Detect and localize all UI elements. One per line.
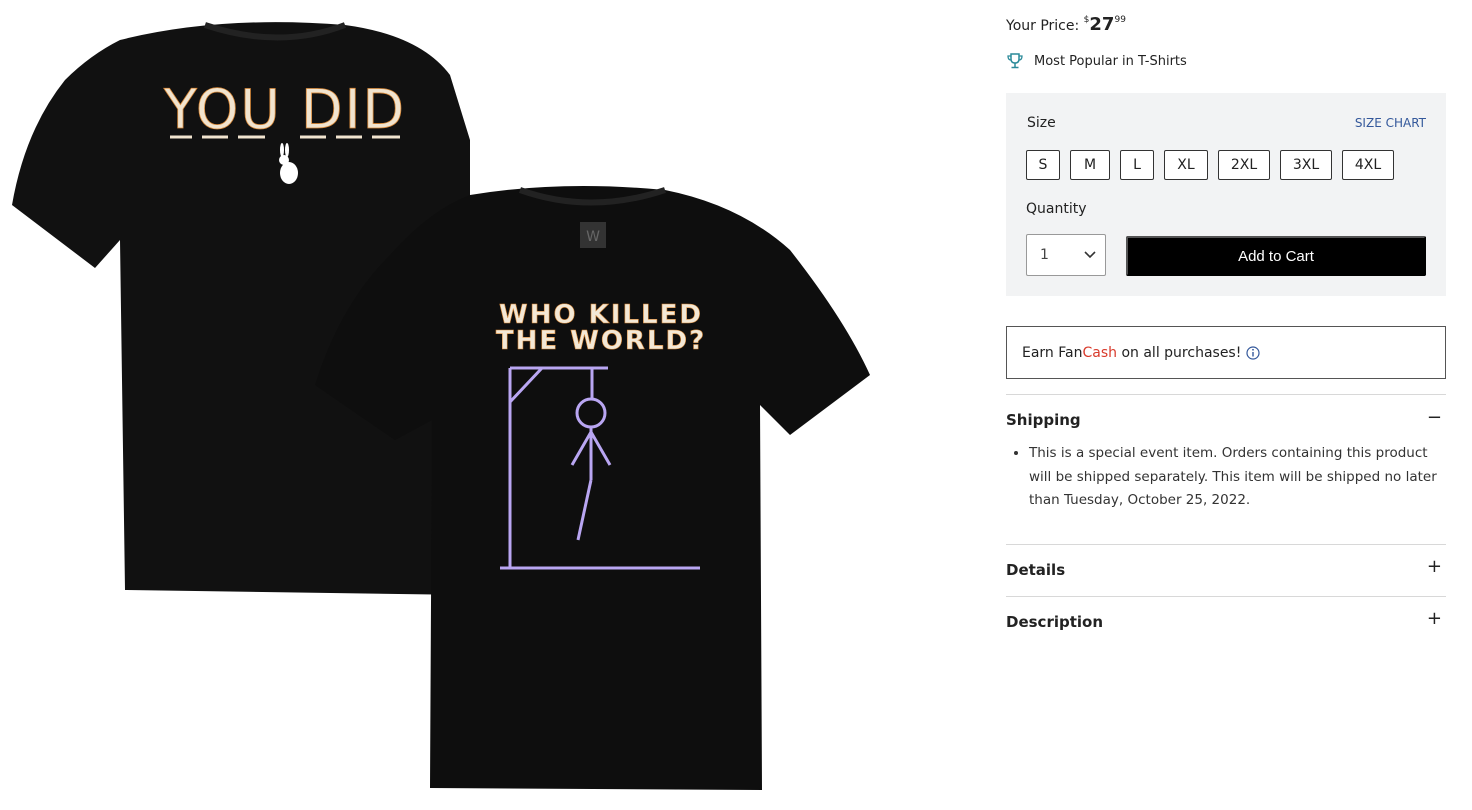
back-text: YOU DID <box>163 78 406 141</box>
size-option-m[interactable]: M <box>1070 150 1110 180</box>
expand-icon[interactable]: + <box>1427 608 1442 629</box>
price-label: Your Price: <box>1006 18 1080 34</box>
fancash-prefix: Earn Fan <box>1022 344 1083 361</box>
divider <box>1006 544 1446 545</box>
svg-text:W: W <box>586 229 600 245</box>
quantity-label: Quantity <box>1026 201 1087 217</box>
add-to-cart-button[interactable]: Add to Cart <box>1126 236 1426 276</box>
price: Your Price: $2799 <box>1006 14 1126 35</box>
size-label: Size <box>1027 115 1056 131</box>
price-cents: 99 <box>1114 15 1126 25</box>
size-option-s[interactable]: S <box>1026 150 1060 180</box>
quantity-value: 1 <box>1040 247 1049 263</box>
fancash-highlight: Cash <box>1082 344 1118 361</box>
divider <box>1006 596 1446 597</box>
shipping-note: This is a special event item. Orders con… <box>1029 442 1446 513</box>
product-image[interactable]: YOU DID W WHO KILLED THE WORLD? <box>0 0 900 810</box>
divider <box>1006 394 1446 395</box>
size-option-3xl[interactable]: 3XL <box>1280 150 1332 180</box>
expand-icon[interactable]: + <box>1427 556 1442 577</box>
popular-text: Most Popular in T-Shirts <box>1034 53 1187 69</box>
accordion-details-title[interactable]: Details <box>1006 561 1065 579</box>
fancash-banner: Earn Fan Cash on all purchases! <box>1006 326 1446 379</box>
trophy-icon <box>1007 53 1023 69</box>
price-dollars: 27 <box>1089 14 1115 35</box>
size-options: S M L XL 2XL 3XL 4XL <box>1026 150 1404 180</box>
accordion-shipping-title[interactable]: Shipping <box>1006 411 1081 429</box>
size-option-l[interactable]: L <box>1120 150 1154 180</box>
size-selector: Size SIZE CHART S M L XL 2XL 3XL 4XL Qua… <box>1006 93 1446 296</box>
front-text-line2: THE WORLD? <box>496 326 706 356</box>
shipping-content: This is a special event item. Orders con… <box>1006 442 1446 513</box>
popular-badge: Most Popular in T-Shirts <box>1006 52 1187 70</box>
fancash-suffix: on all purchases! <box>1117 344 1242 361</box>
size-option-xl[interactable]: XL <box>1164 150 1208 180</box>
quantity-select[interactable]: 1 <box>1026 234 1106 276</box>
size-chart-link[interactable]: SIZE CHART <box>1355 116 1426 130</box>
chevron-down-icon <box>1084 251 1096 259</box>
size-option-2xl[interactable]: 2XL <box>1218 150 1270 180</box>
collapse-icon[interactable]: − <box>1427 407 1442 428</box>
info-icon[interactable] <box>1245 345 1261 361</box>
accordion-description-title[interactable]: Description <box>1006 613 1103 631</box>
product-image-svg: YOU DID W WHO KILLED THE WORLD? <box>12 22 870 790</box>
size-option-4xl[interactable]: 4XL <box>1342 150 1394 180</box>
